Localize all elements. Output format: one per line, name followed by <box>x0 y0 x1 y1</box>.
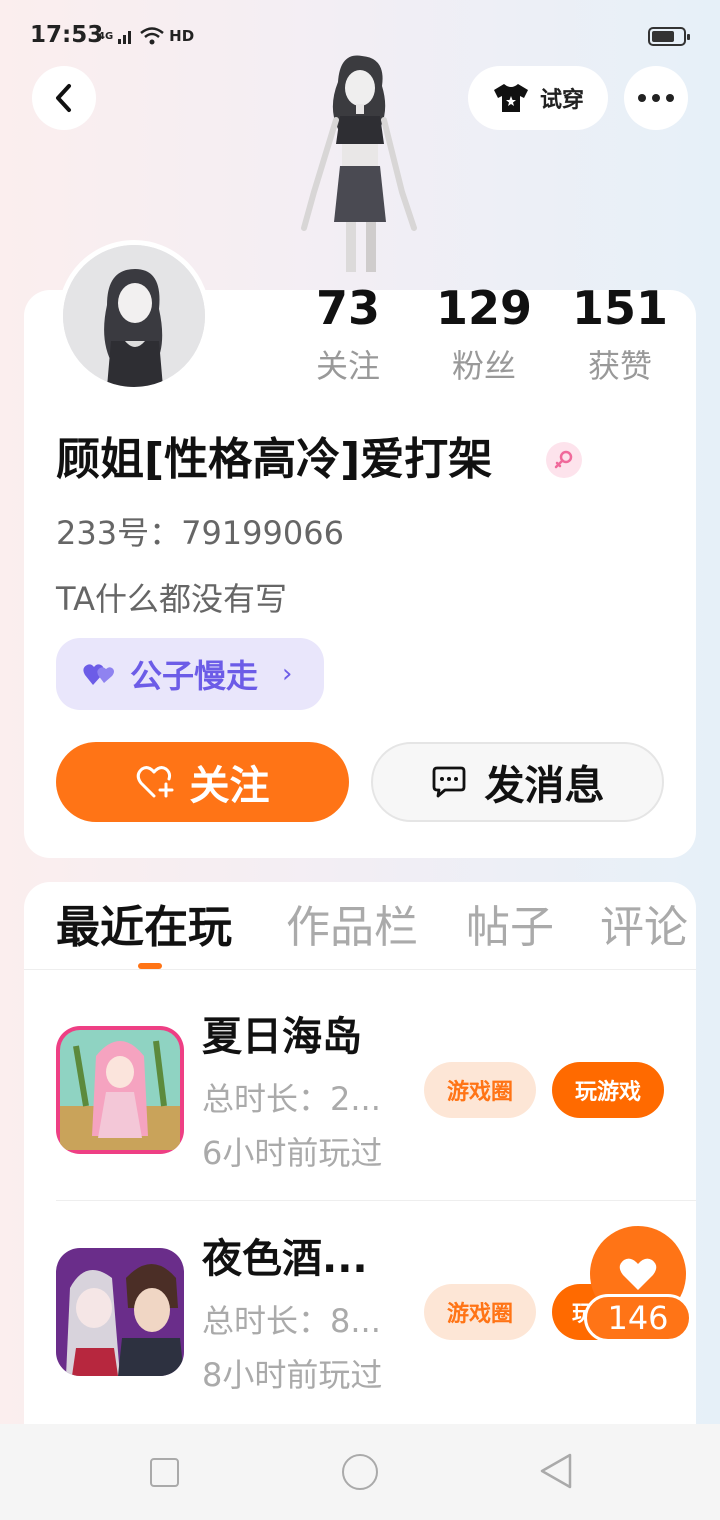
wifi-icon <box>140 27 164 45</box>
avatar-image <box>63 245 205 387</box>
nav-back-button[interactable] <box>538 1452 574 1490</box>
dot-icon <box>666 94 674 102</box>
female-icon <box>546 442 582 478</box>
stat-likes-label: 获赞 <box>587 347 652 385</box>
tabs-divider <box>24 969 696 970</box>
like-count: 146 <box>584 1294 692 1342</box>
hd-label: HD <box>169 27 195 45</box>
game-circle-button[interactable]: 游戏圈 <box>424 1284 536 1340</box>
network-label: 4G <box>98 30 114 42</box>
stat-fans-count: 129 <box>435 281 533 335</box>
stat-likes-count: 151 <box>571 281 669 335</box>
avatar[interactable] <box>58 240 210 392</box>
game-icon[interactable] <box>56 1026 184 1154</box>
try-on-button[interactable]: 试穿 <box>468 66 608 130</box>
signal-icon <box>118 31 132 44</box>
stat-likes[interactable]: 151 获赞 <box>560 280 680 386</box>
tab-comments[interactable]: 评论 <box>600 900 688 956</box>
tab-works[interactable]: 作品栏 <box>286 900 418 956</box>
follow-label: 关注 <box>189 763 270 809</box>
tab-recent-play[interactable]: 最近在玩 <box>56 900 232 956</box>
recent-apps-button[interactable] <box>150 1458 179 1487</box>
message-button[interactable]: 发消息 <box>371 742 664 822</box>
double-heart-icon <box>83 664 114 685</box>
heart-icon <box>619 1258 657 1290</box>
chat-bubble-icon <box>432 766 465 798</box>
game-circle-button[interactable]: 游戏圈 <box>424 1062 536 1118</box>
username: 顾姐[性格高冷]爱打架 <box>56 434 493 485</box>
game-icon[interactable] <box>56 1248 184 1376</box>
follow-button[interactable]: 关注 <box>56 742 349 822</box>
bio: TA什么都没有写 <box>56 580 287 618</box>
home-button[interactable] <box>342 1454 378 1490</box>
relation-chip[interactable]: 公子慢走 › <box>56 638 324 710</box>
character-figure <box>301 55 417 272</box>
user-id: 233号：79199066 <box>56 514 344 552</box>
stat-following[interactable]: 73 关注 <box>288 280 408 386</box>
more-button[interactable] <box>624 66 688 130</box>
game-title: 夏日海岛 <box>202 1014 362 1060</box>
game-duration: 总时长：8... <box>202 1302 381 1340</box>
stat-fans[interactable]: 129 粉丝 <box>424 280 544 386</box>
try-on-label: 试穿 <box>539 88 584 113</box>
game-last-played: 8小时前玩过 <box>202 1356 383 1394</box>
relation-label: 公子慢走 <box>130 657 259 695</box>
status-time: 17:53 <box>30 22 104 48</box>
battery-icon <box>648 27 690 46</box>
stat-fans-label: 粉丝 <box>451 347 516 385</box>
game-last-played: 6小时前玩过 <box>202 1134 383 1172</box>
heart-plus-icon <box>136 766 173 798</box>
tab-posts[interactable]: 帖子 <box>466 900 554 956</box>
chevron-right-icon: › <box>282 659 293 689</box>
dot-icon <box>638 94 646 102</box>
tshirt-icon <box>493 84 528 112</box>
stat-following-count: 73 <box>315 281 380 335</box>
game-title: 夜色酒... <box>202 1236 368 1282</box>
floating-like[interactable]: 146 <box>584 1226 692 1344</box>
stat-following-label: 关注 <box>315 347 380 385</box>
message-label: 发消息 <box>484 763 605 809</box>
status-icons: 4G HD <box>98 24 194 48</box>
dot-icon <box>652 94 660 102</box>
play-game-button[interactable]: 玩游戏 <box>552 1062 664 1118</box>
game-duration: 总时长：2... <box>202 1080 381 1118</box>
row-divider <box>56 1200 696 1201</box>
chevron-left-icon <box>56 84 71 112</box>
back-button[interactable] <box>32 66 96 130</box>
